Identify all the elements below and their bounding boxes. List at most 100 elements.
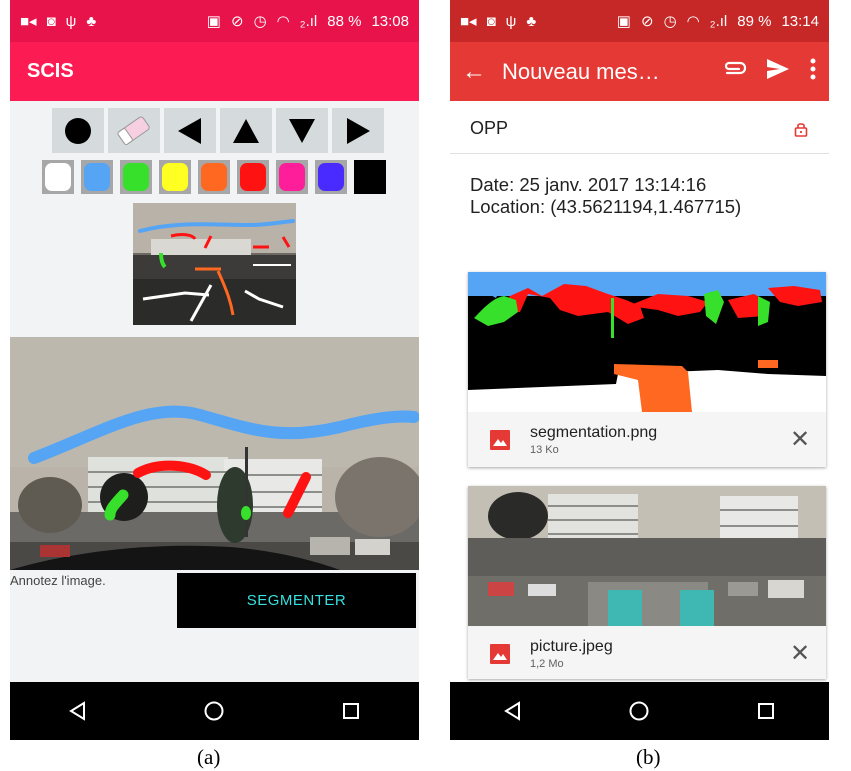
back-arrow-icon[interactable]: ← bbox=[462, 58, 502, 86]
hint-text: Annotez l'image. bbox=[10, 573, 106, 588]
app-bar: SCIS bbox=[10, 42, 419, 101]
picture-preview-image bbox=[468, 486, 826, 626]
status-time: 13:08 bbox=[371, 12, 409, 30]
cast-icon: ▣ bbox=[206, 12, 221, 30]
status-left-icons: ■◂ ◙ ψ ♣ bbox=[460, 14, 536, 29]
email-date-line: Date: 25 janv. 2017 13:14:16 bbox=[470, 174, 707, 195]
move-right-button[interactable] bbox=[332, 108, 384, 153]
file-name: picture.jpeg bbox=[530, 637, 613, 655]
video-icon: ■◂ bbox=[20, 12, 37, 30]
home-nav-button[interactable] bbox=[203, 700, 225, 722]
home-nav-button[interactable] bbox=[628, 700, 650, 722]
app-title: SCIS bbox=[27, 60, 74, 82]
remove-attachment-icon[interactable]: ✕ bbox=[786, 639, 814, 668]
color-white-swatch[interactable] bbox=[42, 160, 74, 194]
wifi-icon: ◠ bbox=[276, 12, 290, 30]
recipient-row[interactable]: OPP bbox=[450, 104, 829, 154]
camera-icon: ◙ bbox=[46, 12, 56, 30]
usb-icon: ψ bbox=[65, 12, 77, 30]
figure-caption-b: (b) bbox=[636, 745, 661, 769]
file-size: 13 Ko bbox=[530, 443, 559, 456]
eraser-button[interactable] bbox=[108, 108, 160, 153]
color-pink-swatch[interactable] bbox=[276, 160, 308, 194]
arrow-right-icon bbox=[347, 117, 370, 144]
color-green-swatch[interactable] bbox=[120, 160, 152, 194]
image-file-icon bbox=[490, 429, 510, 450]
home-nav-icon bbox=[204, 701, 224, 721]
attachment-meta: segmentation.png 13 Ko ✕ bbox=[468, 412, 826, 467]
back-nav-button[interactable] bbox=[68, 701, 88, 721]
back-nav-icon bbox=[503, 701, 520, 721]
compose-title: Nouveau mes… bbox=[502, 58, 660, 84]
camera-icon: ◙ bbox=[486, 12, 496, 30]
remove-attachment-icon[interactable]: ✕ bbox=[786, 425, 814, 454]
recent-apps-icon bbox=[758, 703, 775, 719]
android-icon: ♣ bbox=[86, 12, 97, 30]
back-nav-button[interactable] bbox=[503, 701, 523, 721]
color-red-swatch[interactable] bbox=[237, 160, 269, 194]
phone-screen-annotation: ■◂ ◙ ψ ♣ ▣ ⊘ ◷ ◠ ₂.ıl 88 % 13:08 SCIS An… bbox=[10, 0, 419, 740]
battery-percent: 89 % bbox=[737, 12, 772, 30]
status-right-icons: ▣ ⊘ ◷ ◠ ₂.ıl 89 % 13:14 bbox=[617, 13, 819, 30]
do-not-disturb-icon: ⊘ bbox=[230, 12, 244, 30]
more-icon[interactable] bbox=[809, 57, 817, 87]
phone-screen-email: ■◂ ◙ ψ ♣ ▣ ⊘ ◷ ◠ ₂.ıl 89 % 13:14 ← Nouve… bbox=[450, 0, 829, 740]
attachment-card-segmentation[interactable]: segmentation.png 13 Ko ✕ bbox=[468, 272, 826, 467]
attachment-icon[interactable] bbox=[721, 58, 747, 86]
status-right-icons: ▣ ⊘ ◷ ◠ ₂.ıl 88 % 13:08 bbox=[207, 13, 409, 30]
status-time: 13:14 bbox=[781, 12, 819, 30]
recipient-name: OPP bbox=[470, 118, 509, 138]
brush-button[interactable] bbox=[52, 108, 104, 153]
do-not-disturb-icon: ⊘ bbox=[640, 12, 654, 30]
file-size: 1,2 Mo bbox=[530, 657, 564, 670]
navigation-bar bbox=[10, 682, 419, 740]
send-icon[interactable] bbox=[765, 57, 791, 87]
arrow-down-icon bbox=[289, 118, 315, 143]
signal-indicator: ₂.ıl bbox=[709, 12, 728, 30]
color-black-swatch[interactable] bbox=[354, 160, 386, 194]
file-info: picture.jpeg 1,2 Mo bbox=[530, 638, 786, 670]
arrow-left-icon bbox=[178, 117, 201, 144]
status-bar: ■◂ ◙ ψ ♣ ▣ ⊘ ◷ ◠ ₂.ıl 89 % 13:14 bbox=[450, 0, 829, 42]
android-icon: ♣ bbox=[526, 12, 537, 30]
recent-apps-icon bbox=[343, 703, 360, 719]
move-down-button[interactable] bbox=[276, 108, 328, 153]
brush-icon bbox=[65, 117, 91, 144]
annotation-canvas[interactable] bbox=[10, 337, 419, 570]
email-location-line: Location: (43.5621194,1.467715) bbox=[470, 196, 742, 217]
alarm-icon: ◷ bbox=[663, 12, 677, 30]
move-left-button[interactable] bbox=[164, 108, 216, 153]
status-bar: ■◂ ◙ ψ ♣ ▣ ⊘ ◷ ◠ ₂.ıl 88 % 13:08 bbox=[10, 0, 419, 42]
attachment-card-picture[interactable]: picture.jpeg 1,2 Mo ✕ bbox=[468, 486, 826, 679]
video-icon: ■◂ bbox=[460, 12, 477, 30]
usb-icon: ψ bbox=[505, 12, 517, 30]
segmentation-preview-image bbox=[468, 272, 826, 412]
lock-icon bbox=[794, 122, 808, 137]
compose-app-bar: ← Nouveau mes… bbox=[450, 42, 829, 101]
back-nav-icon bbox=[68, 701, 85, 721]
move-up-button[interactable] bbox=[220, 108, 272, 153]
file-info: segmentation.png 13 Ko bbox=[530, 424, 786, 456]
color-orange-swatch[interactable] bbox=[198, 160, 230, 194]
figure-caption-a: (a) bbox=[197, 745, 221, 769]
recent-apps-button[interactable] bbox=[341, 701, 361, 721]
navigation-bar bbox=[450, 682, 829, 740]
compose-actions bbox=[721, 57, 817, 87]
eraser-icon bbox=[117, 116, 150, 145]
cast-icon: ▣ bbox=[616, 12, 631, 30]
tool-row bbox=[52, 108, 384, 153]
attachment-meta: picture.jpeg 1,2 Mo ✕ bbox=[468, 626, 826, 679]
color-blue-swatch[interactable] bbox=[81, 160, 113, 194]
file-name: segmentation.png bbox=[530, 423, 658, 441]
email-body[interactable]: Date: 25 janv. 2017 13:14:16 Location: (… bbox=[470, 174, 741, 218]
segment-button[interactable]: SEGMENTER bbox=[177, 573, 416, 628]
arrow-up-icon bbox=[233, 118, 259, 143]
image-file-icon bbox=[490, 643, 510, 664]
recent-apps-button[interactable] bbox=[756, 701, 776, 721]
signal-indicator: ₂.ıl bbox=[299, 12, 318, 30]
color-violet-swatch[interactable] bbox=[315, 160, 347, 194]
color-palette bbox=[42, 160, 386, 194]
annotation-preview-thumbnail bbox=[133, 203, 296, 325]
status-left-icons: ■◂ ◙ ψ ♣ bbox=[20, 14, 96, 29]
color-yellow-swatch[interactable] bbox=[159, 160, 191, 194]
